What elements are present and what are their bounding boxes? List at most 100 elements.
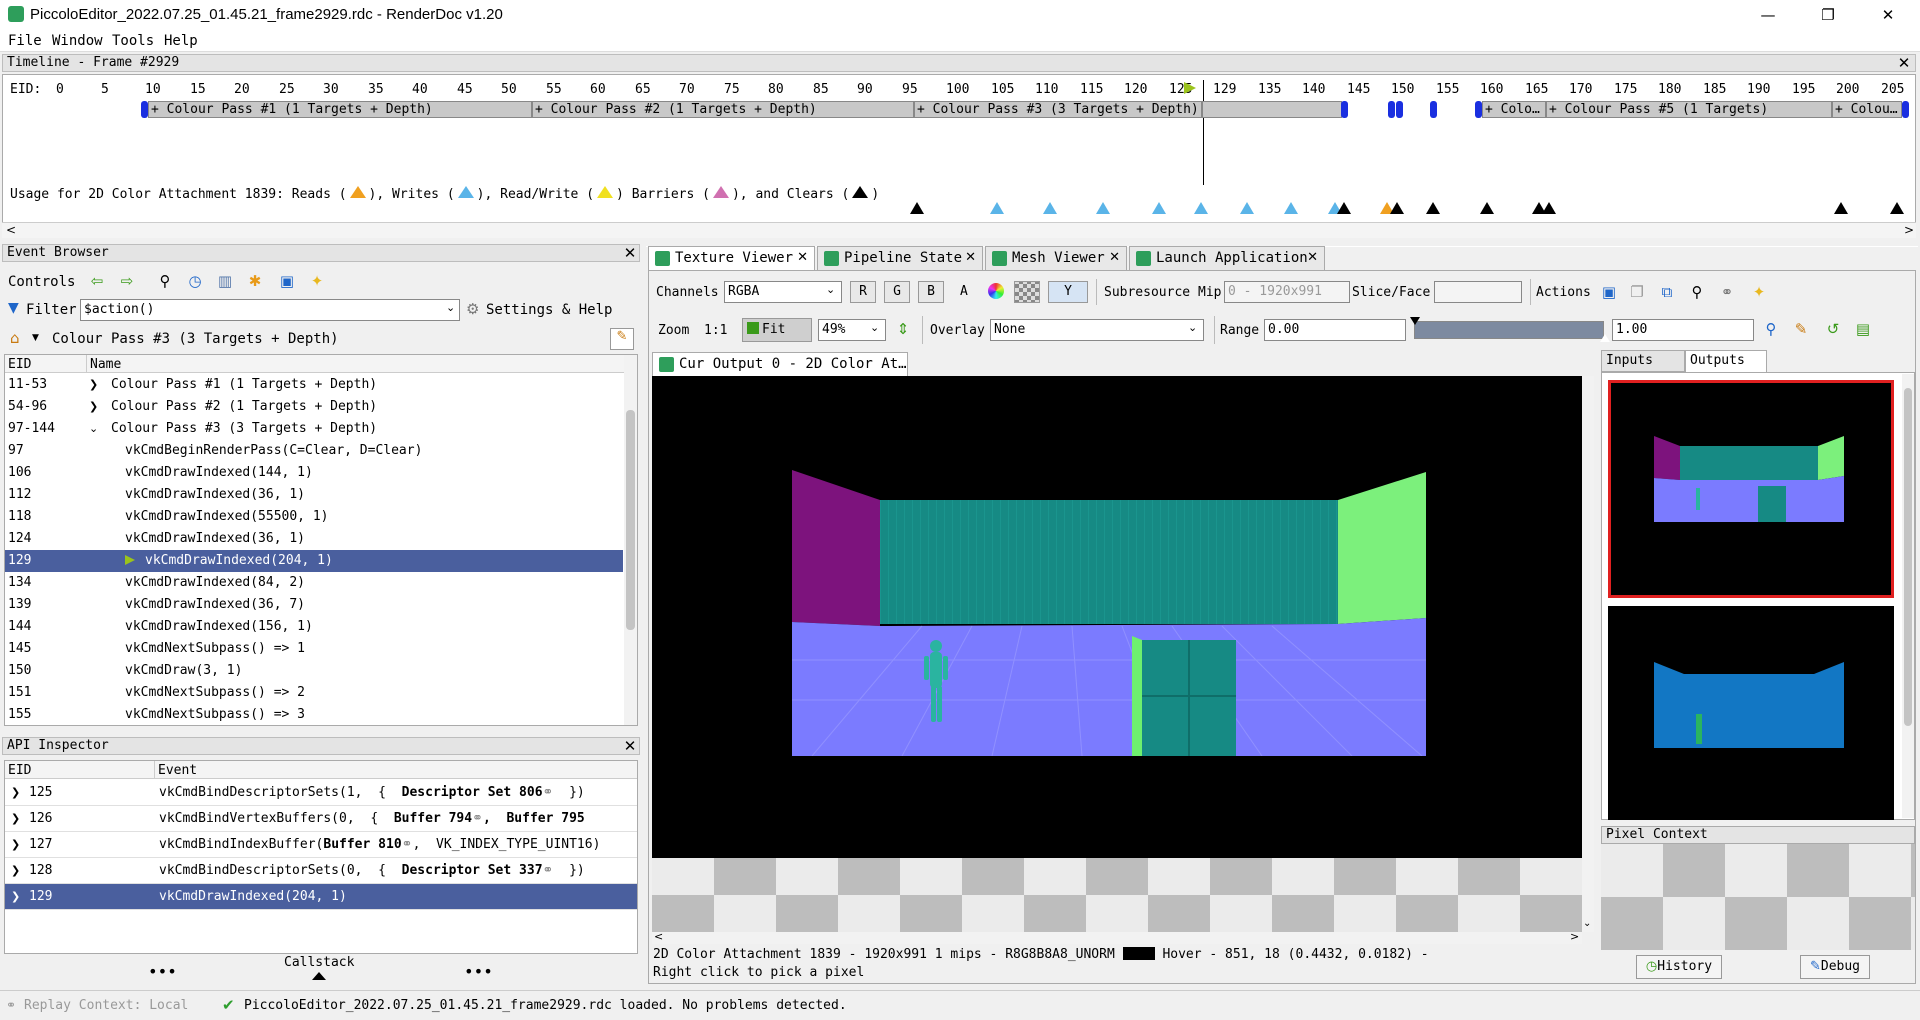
- resource-link[interactable]: Buffer 810: [323, 837, 401, 852]
- history-button[interactable]: ◷History: [1636, 955, 1722, 979]
- time-durations-icon[interactable]: ◷: [186, 272, 204, 290]
- filter-dropdown-icon[interactable]: ⌄: [446, 301, 455, 314]
- zoom-range-icon[interactable]: ⚲: [1762, 320, 1780, 338]
- chevron-down-icon[interactable]: ⌄: [1188, 321, 1197, 334]
- tab-close-icon[interactable]: ✕: [1307, 247, 1318, 269]
- link-icon[interactable]: ⚭: [402, 837, 413, 852]
- timeline-event-marker[interactable]: [1396, 101, 1403, 118]
- scroll-down-icon[interactable]: ⌄: [1583, 918, 1591, 929]
- save-texture-icon[interactable]: ▣: [1600, 283, 1618, 301]
- timeline-pass-1[interactable]: + Colour Pass #1 (1 Targets + Depth): [148, 101, 532, 118]
- event-row[interactable]: 134 vkCmdDrawIndexed(84, 2): [5, 572, 623, 594]
- event-row[interactable]: 139 vkCmdDrawIndexed(36, 7): [5, 594, 623, 616]
- reset-range-icon[interactable]: ↺: [1824, 320, 1842, 338]
- bookmark-icon[interactable]: ▥: [216, 272, 234, 290]
- event-row[interactable]: 97-144 ⌄ Colour Pass #3 (3 Targets + Depth…: [5, 418, 623, 440]
- tab-close-icon[interactable]: ✕: [965, 247, 976, 269]
- home-icon[interactable]: ⌂: [10, 329, 20, 347]
- api-row[interactable]: ❯ 129 vkCmdDrawIndexed(204, 1): [5, 884, 637, 910]
- minimize-button[interactable]: —: [1740, 0, 1796, 30]
- channels-select[interactable]: RGBA: [724, 281, 842, 303]
- texture-v-scrollbar[interactable]: [1582, 376, 1594, 932]
- previous-event-icon[interactable]: ⇦: [88, 272, 106, 290]
- usage-triangle-icon[interactable]: [1043, 202, 1057, 214]
- range-min-input[interactable]: 0.00: [1264, 319, 1406, 341]
- callstack-toggle-icon[interactable]: [312, 972, 326, 980]
- range-max-handle[interactable]: [1600, 334, 1610, 342]
- range-histogram[interactable]: [1414, 321, 1604, 339]
- breadcrumb-dropdown-icon[interactable]: ▼: [32, 333, 39, 343]
- tab-mesh-viewer[interactable]: Mesh Viewer ✕: [985, 246, 1127, 270]
- menu-file[interactable]: File: [8, 33, 42, 49]
- expand-icon[interactable]: ❯: [11, 806, 20, 832]
- expand-icon[interactable]: ❯: [11, 780, 20, 806]
- timeline-pass-4[interactable]: + Colo…: [1482, 101, 1546, 118]
- event-browser-close-icon[interactable]: ✕: [622, 245, 638, 261]
- event-row[interactable]: 155 vkCmdNextSubpass() => 3: [5, 704, 623, 726]
- expand-icon[interactable]: ❯: [11, 858, 20, 884]
- api-inspector-close-icon[interactable]: ✕: [622, 738, 638, 754]
- channel-a-toggle[interactable]: A: [960, 284, 968, 299]
- breadcrumb[interactable]: Colour Pass #3 (3 Targets + Depth): [52, 331, 339, 347]
- event-row[interactable]: 97 vkCmdBeginRenderPass(C=Clear, D=Clear): [5, 440, 623, 462]
- range-max-input[interactable]: 1.00: [1612, 319, 1754, 341]
- auto-fit-range-icon[interactable]: ✎: [1792, 320, 1810, 338]
- resource-link[interactable]: Descriptor Set 337: [402, 863, 543, 878]
- tab-pipeline-state[interactable]: Pipeline State ✕: [817, 246, 983, 270]
- event-row[interactable]: 11-53 ❯ Colour Pass #1 (1 Targets + Depth): [5, 374, 623, 396]
- export-icon[interactable]: ▣: [278, 272, 296, 290]
- chevron-down-icon[interactable]: ⌄: [870, 321, 879, 334]
- timeline-event-marker[interactable]: [1388, 101, 1395, 118]
- fit-toggle[interactable]: Fit: [742, 318, 812, 342]
- usage-triangle-icon[interactable]: [910, 202, 924, 214]
- link-icon[interactable]: ⚭: [543, 785, 554, 800]
- timeline-event-marker[interactable]: [141, 101, 148, 118]
- api-col-event[interactable]: Event: [158, 763, 197, 778]
- api-row[interactable]: ❯ 127 vkCmdBindIndexBuffer(Buffer 810⚭, VK…: [5, 832, 637, 858]
- usage-triangle-icon[interactable]: [990, 202, 1004, 214]
- collapse-right-dots[interactable]: •••: [464, 962, 493, 981]
- texture-h-scrollbar[interactable]: [652, 932, 1582, 944]
- tab-close-icon[interactable]: ✕: [1109, 247, 1120, 269]
- expand-all-icon[interactable]: ✱: [246, 272, 264, 290]
- chevron-down-icon[interactable]: ⌄: [826, 283, 835, 296]
- scroll-right-icon[interactable]: >: [1570, 930, 1579, 943]
- link-icon[interactable]: ⚭: [472, 811, 483, 826]
- usage-triangle-icon[interactable]: [1096, 202, 1110, 214]
- color-picker-icon[interactable]: [988, 283, 1004, 299]
- timeline-pass-2[interactable]: + Colour Pass #2 (1 Targets + Depth): [532, 101, 914, 118]
- timeline-close-icon[interactable]: ✕: [1896, 55, 1912, 71]
- usage-triangle-icon[interactable]: [1426, 202, 1440, 214]
- tab-outputs[interactable]: Outputs: [1685, 350, 1767, 372]
- usage-triangle-icon[interactable]: [1390, 202, 1404, 214]
- usage-triangle-icon[interactable]: [1542, 202, 1556, 214]
- slice-face-select[interactable]: [1434, 281, 1522, 303]
- open-resource-icon[interactable]: ⧉: [1658, 283, 1676, 301]
- menu-window[interactable]: Window: [52, 33, 103, 49]
- link-icon[interactable]: ⚭: [1718, 283, 1736, 301]
- channel-r-toggle[interactable]: R: [850, 281, 876, 303]
- zoom-1-1-button[interactable]: 1:1: [704, 323, 727, 338]
- event-row[interactable]: 106 vkCmdDrawIndexed(144, 1): [5, 462, 623, 484]
- col-name-header[interactable]: Name: [90, 357, 121, 372]
- collapse-left-dots[interactable]: •••: [148, 962, 177, 981]
- resource-link[interactable]: Descriptor Set 806: [402, 785, 543, 800]
- mip-select[interactable]: 0 - 1920x991: [1224, 281, 1350, 303]
- channel-y-toggle[interactable]: Y: [1048, 281, 1088, 303]
- timeline-event-marker[interactable]: [1341, 101, 1348, 118]
- usage-triangle-icon[interactable]: [1834, 202, 1848, 214]
- tab-current-output[interactable]: Cur Output 0 - 2D Color At…: [652, 352, 908, 376]
- event-row[interactable]: 129 vkCmdDrawIndexed(204, 1): [5, 550, 623, 572]
- tab-close-icon[interactable]: ✕: [797, 247, 808, 269]
- channel-b-toggle[interactable]: B: [918, 281, 944, 303]
- pixel-context-view[interactable]: [1601, 844, 1915, 950]
- checkerboard-toggle-icon[interactable]: [1014, 281, 1040, 303]
- scroll-right-icon[interactable]: >: [1904, 223, 1914, 237]
- scrollbar-thumb[interactable]: [1904, 388, 1912, 726]
- usage-triangle-icon[interactable]: [1480, 202, 1494, 214]
- usage-triangle-icon[interactable]: [1890, 202, 1904, 214]
- event-row[interactable]: 124 vkCmdDrawIndexed(36, 1): [5, 528, 623, 550]
- usage-triangle-icon[interactable]: [1337, 202, 1351, 214]
- scroll-left-icon[interactable]: <: [654, 930, 663, 943]
- event-row[interactable]: 54-96 ❯ Colour Pass #2 (1 Targets + Depth): [5, 396, 623, 418]
